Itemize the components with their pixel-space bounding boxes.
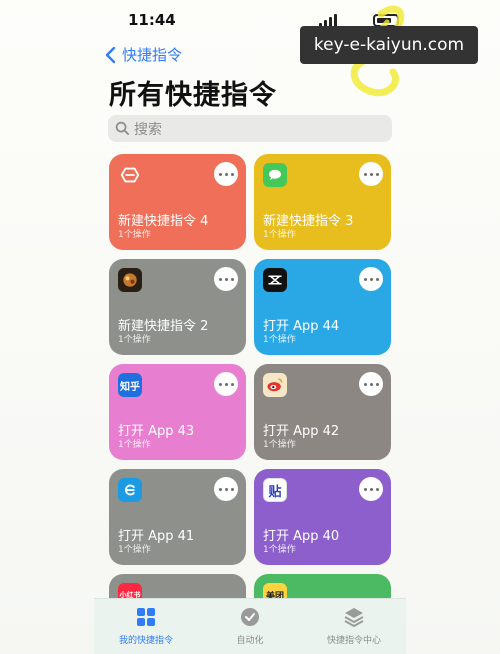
- shortcut-tile[interactable]: 打开 App 41 1个操作: [109, 469, 246, 565]
- shortcut-action-count: 1个操作: [118, 440, 151, 450]
- chevron-left-icon: [105, 46, 116, 63]
- tab-automation[interactable]: 自动化: [198, 605, 302, 646]
- tab-bar: 我的快捷指令 自动化 快捷指令中心: [94, 598, 406, 654]
- shortcuts-icon: [118, 163, 142, 187]
- shortcut-tile[interactable]: 新建快捷指令 4 1个操作: [109, 154, 246, 250]
- more-options-button[interactable]: [359, 477, 383, 501]
- back-button[interactable]: 快捷指令: [104, 44, 182, 65]
- more-options-button[interactable]: [214, 162, 238, 186]
- messages-icon: [263, 163, 287, 187]
- shortcut-tile[interactable]: 打开 App 44 1个操作: [254, 259, 391, 355]
- shortcut-tile[interactable]: 新建快捷指令 3 1个操作: [254, 154, 391, 250]
- shortcut-action-count: 1个操作: [118, 545, 151, 555]
- more-options-button[interactable]: [359, 267, 383, 291]
- back-label: 快捷指令: [122, 46, 183, 64]
- zhihu-icon: 知乎: [118, 373, 142, 397]
- more-options-button[interactable]: [214, 477, 238, 501]
- search-field[interactable]: 搜索: [108, 115, 392, 142]
- shortcut-tile[interactable]: 贴 打开 App 40 1个操作: [254, 469, 391, 565]
- more-options-button[interactable]: [359, 372, 383, 396]
- tab-gallery[interactable]: 快捷指令中心: [302, 605, 406, 646]
- screen: 11:44 key-e-kaiyun.com 快捷指令 所有快捷指令 搜索 新建…: [0, 0, 500, 654]
- tab-my-shortcuts[interactable]: 我的快捷指令: [94, 605, 198, 646]
- more-options-button[interactable]: [359, 162, 383, 186]
- game-app-icon: [118, 268, 142, 292]
- layers-icon: [344, 608, 364, 627]
- shortcut-action-count: 1个操作: [263, 335, 296, 345]
- weibo-icon: [263, 373, 287, 397]
- page-title: 所有快捷指令: [109, 80, 277, 111]
- tab-label: 我的快捷指令: [118, 636, 173, 646]
- shortcut-action-count: 1个操作: [263, 230, 296, 240]
- shortcut-action-count: 1个操作: [118, 335, 151, 345]
- shortcut-action-count: 1个操作: [263, 545, 296, 555]
- grid-icon: [137, 608, 155, 626]
- search-icon: [115, 121, 129, 135]
- status-time: 11:44: [128, 11, 176, 29]
- app-e-icon: [118, 478, 142, 502]
- tieba-icon: 贴: [263, 478, 287, 502]
- capcut-icon: [263, 268, 287, 292]
- shortcut-tile[interactable]: 知乎 打开 App 43 1个操作: [109, 364, 246, 460]
- shortcut-action-count: 1个操作: [118, 230, 151, 240]
- watermark: key-e-kaiyun.com: [300, 26, 478, 64]
- tab-label: 自动化: [236, 636, 264, 646]
- clock-check-icon: [241, 608, 259, 626]
- shortcut-tile[interactable]: 新建快捷指令 2 1个操作: [109, 259, 246, 355]
- search-placeholder: 搜索: [134, 121, 162, 138]
- more-options-button[interactable]: [214, 267, 238, 291]
- shortcut-tile[interactable]: 打开 App 42 1个操作: [254, 364, 391, 460]
- tab-label: 快捷指令中心: [326, 636, 381, 646]
- more-options-button[interactable]: [214, 372, 238, 396]
- shortcut-action-count: 1个操作: [263, 440, 296, 450]
